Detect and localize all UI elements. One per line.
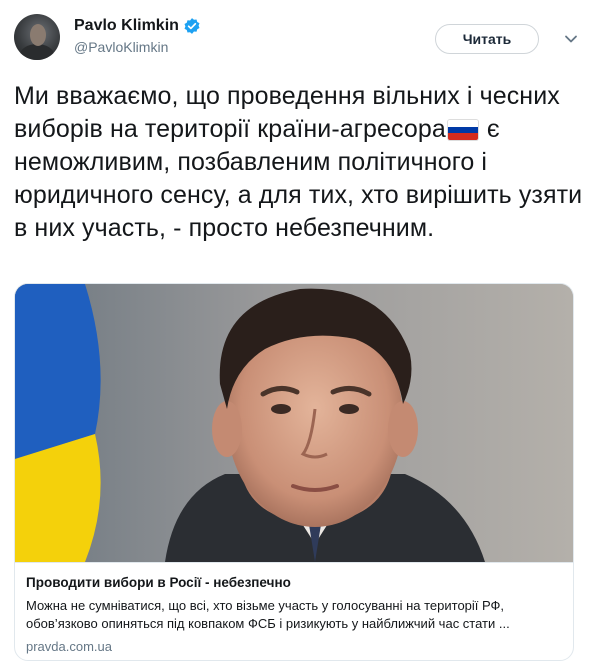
card-domain: pravda.com.ua: [26, 639, 112, 654]
avatar-shoulders: [20, 44, 54, 60]
name-row: Pavlo Klimkin: [74, 16, 201, 36]
user-handle[interactable]: @PavloKlimkin: [74, 39, 201, 55]
card-body[interactable]: Проводити вибори в Росії - небезпечно Мо…: [15, 562, 573, 654]
verified-badge-icon: [183, 17, 201, 35]
card-description: Можна не сумніватися, що всі, хто візьме…: [26, 598, 510, 631]
display-name[interactable]: Pavlo Klimkin: [74, 17, 179, 35]
tweet-text-part-1: Ми вважаємо, що проведення вільних і чес…: [14, 82, 560, 143]
russia-flag-icon: [447, 120, 478, 140]
link-preview-card[interactable]: Проводити вибори в Росії - небезпечно Мо…: [14, 283, 574, 661]
user-names: Pavlo Klimkin @PavloKlimkin: [74, 16, 201, 55]
follow-button[interactable]: Читать: [435, 24, 539, 54]
card-title[interactable]: Проводити вибори в Росії - небезпечно: [26, 575, 291, 590]
avatar-face: [30, 24, 46, 46]
avatar[interactable]: [14, 14, 60, 60]
tweet-header: Pavlo Klimkin @PavloKlimkin Читать: [14, 14, 592, 62]
tweet-text: Ми вважаємо, що проведення вільних і чес…: [14, 80, 584, 245]
chevron-down-icon[interactable]: [563, 32, 579, 46]
card-photo[interactable]: [15, 284, 573, 562]
